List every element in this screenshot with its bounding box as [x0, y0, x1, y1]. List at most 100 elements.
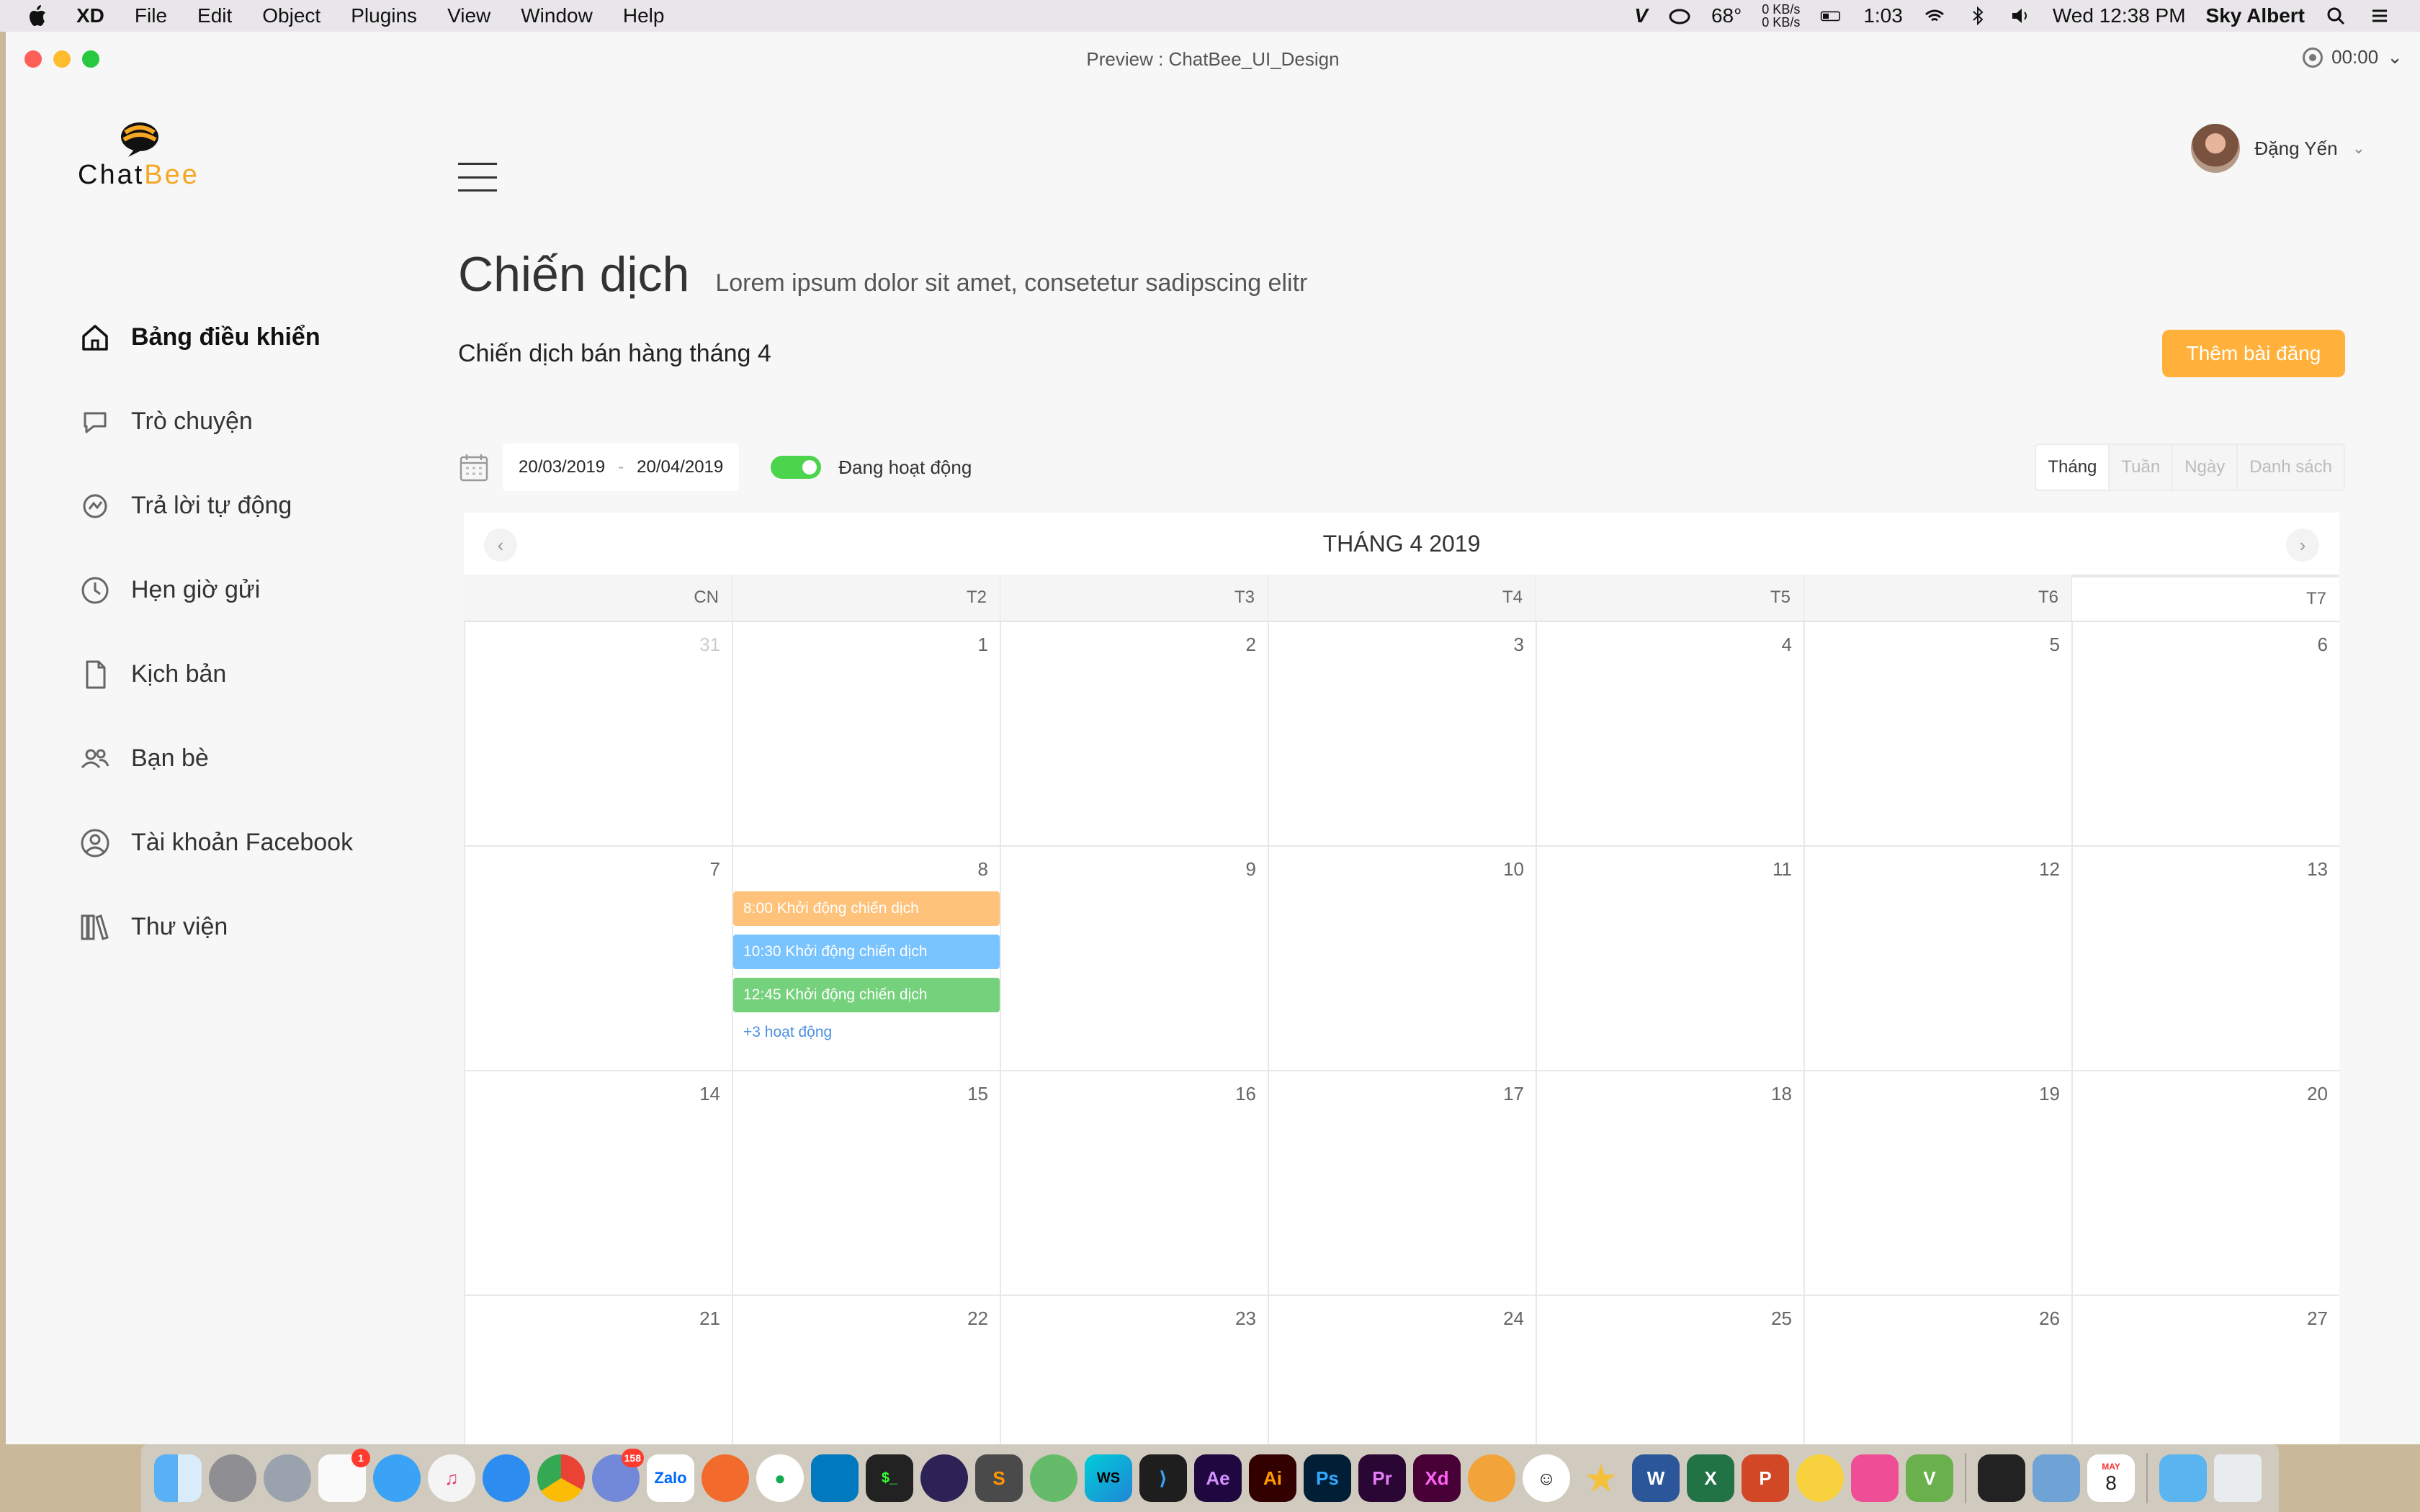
sublime-text-icon[interactable]: S — [975, 1454, 1023, 1502]
next-month-button[interactable]: › — [2286, 528, 2319, 562]
calendar-day-cell[interactable]: 27 — [2071, 1296, 2339, 1444]
tab-week[interactable]: Tuần — [2108, 445, 2172, 490]
date-to[interactable]: 20/04/2019 — [637, 457, 723, 477]
calendar-day-cell[interactable]: 31 — [464, 622, 732, 847]
calendar-day-cell[interactable]: 3 — [1268, 622, 1536, 847]
menu-app-name[interactable]: XD — [76, 4, 104, 27]
calendar-day-cell[interactable]: 4 — [1536, 622, 1803, 847]
calendar-icon[interactable] — [458, 451, 490, 483]
calendar-day-cell[interactable]: 11 — [1536, 847, 1803, 1071]
bluetooth-icon[interactable] — [1966, 6, 1989, 26]
webstorm-icon[interactable]: WS — [1085, 1454, 1132, 1502]
sidebar-item-auto-reply[interactable]: Trả lời tự động — [78, 464, 353, 548]
clock[interactable]: Wed 12:38 PM — [2053, 4, 2186, 27]
temperature-readout[interactable]: 68° — [1711, 4, 1742, 27]
notification-center-icon[interactable] — [2368, 6, 2391, 26]
atom-icon[interactable] — [1030, 1454, 1077, 1502]
menu-edit[interactable]: Edit — [197, 4, 232, 27]
chatbee-logo[interactable]: ChatBee — [78, 118, 222, 190]
calendar-day-cell[interactable]: 8 8:00 Khởi động chiến dịch 10:30 Khởi đ… — [732, 847, 1000, 1071]
photoshop-icon[interactable]: Ps — [1304, 1454, 1351, 1502]
word-icon[interactable]: W — [1632, 1454, 1680, 1502]
preview-timer[interactable]: 00:00 ⌄ — [2303, 46, 2403, 68]
eclipse-icon[interactable] — [920, 1454, 968, 1502]
chrome-icon[interactable] — [537, 1454, 585, 1502]
calendar-day-cell[interactable]: 9 — [1000, 847, 1268, 1071]
spotlight-search-icon[interactable] — [2325, 6, 2348, 26]
system-preferences-icon[interactable] — [209, 1454, 256, 1502]
apple-logo-icon[interactable] — [26, 4, 48, 28]
calendar-day-cell[interactable]: 22 — [732, 1296, 1000, 1444]
messages-icon[interactable] — [373, 1454, 421, 1502]
vscode-icon[interactable]: ⟩ — [1139, 1454, 1187, 1502]
pencil-app-icon[interactable] — [702, 1454, 749, 1502]
sidebar-item-scripts[interactable]: Kịch bản — [78, 632, 353, 716]
user-menu[interactable]: Đặng Yến ⌄ — [2191, 124, 2365, 173]
calendar-day-cell[interactable]: 2 — [1000, 622, 1268, 847]
discord-icon[interactable]: 158 — [592, 1449, 644, 1502]
sidebar-item-friends[interactable]: Bạn bè — [78, 716, 353, 801]
excel-icon[interactable]: X — [1687, 1454, 1734, 1502]
adobe-xd-icon[interactable]: Xd — [1413, 1454, 1461, 1502]
menu-object[interactable]: Object — [262, 4, 321, 27]
menu-plugins[interactable]: Plugins — [351, 4, 417, 27]
sidebar-item-chat[interactable]: Trò chuyện — [78, 379, 353, 464]
calendar-day-cell[interactable]: 15 — [732, 1071, 1000, 1296]
airship-app-icon[interactable] — [1468, 1454, 1515, 1502]
calendar-day-cell[interactable]: 1 — [732, 622, 1000, 847]
date-from[interactable]: 20/03/2019 — [519, 457, 605, 477]
user-name-menubar[interactable]: Sky Albert — [2206, 4, 2305, 27]
itunes-icon[interactable]: ♫ — [428, 1454, 475, 1502]
mongodb-icon[interactable]: ● — [756, 1454, 804, 1502]
volume-icon[interactable] — [2009, 6, 2033, 26]
after-effects-icon[interactable]: Ae — [1194, 1454, 1242, 1502]
calendar-day-cell[interactable]: 21 — [464, 1296, 732, 1444]
calendar-day-cell[interactable]: 14 — [464, 1071, 732, 1296]
minimize-window-button[interactable] — [53, 50, 71, 68]
calendar-day-cell[interactable]: 26 — [1803, 1296, 2071, 1444]
wifi-icon[interactable] — [1923, 6, 1946, 26]
terminal-icon[interactable]: $_ — [866, 1454, 913, 1502]
calendar-event[interactable]: 12:45 Khởi động chiến dịch — [733, 978, 1000, 1012]
sidebar-item-library[interactable]: Thư viện — [78, 885, 353, 969]
sidebar-item-facebook-account[interactable]: Tài khoản Facebook — [78, 801, 353, 885]
pink-app-icon[interactable] — [1851, 1454, 1899, 1502]
menu-help[interactable]: Help — [623, 4, 665, 27]
calendar-day-cell[interactable]: 12 — [1803, 847, 2071, 1071]
zalo-icon[interactable]: Zalo — [647, 1454, 694, 1502]
sidebar-item-schedule[interactable]: Hẹn giờ gửi — [78, 548, 353, 632]
zoom-window-button[interactable] — [82, 50, 99, 68]
tab-day[interactable]: Ngày — [2172, 445, 2236, 490]
vivaldi-status-icon[interactable]: V — [1634, 4, 1648, 27]
close-window-button[interactable] — [24, 50, 42, 68]
trash-icon[interactable] — [2214, 1454, 2262, 1502]
prev-month-button[interactable]: ‹ — [484, 528, 517, 562]
sidebar-item-dashboard[interactable]: Bảng điều khiển — [78, 295, 353, 379]
folder-icon[interactable] — [2159, 1454, 2207, 1502]
duck-app-icon[interactable] — [1796, 1454, 1844, 1502]
calendar-app-icon[interactable]: MAY 8 — [2087, 1454, 2135, 1502]
menu-file[interactable]: File — [135, 4, 167, 27]
vectorize-app-icon[interactable]: V — [1906, 1454, 1953, 1502]
tab-list[interactable]: Danh sách — [2236, 445, 2344, 490]
battery-status-icon[interactable] — [1820, 6, 1843, 26]
star-app-icon[interactable]: ★ — [1577, 1454, 1625, 1502]
active-status-toggle[interactable] — [771, 456, 822, 479]
menu-window[interactable]: Window — [521, 4, 593, 27]
premiere-icon[interactable]: Pr — [1358, 1454, 1406, 1502]
calendar-day-cell[interactable]: 17 — [1268, 1071, 1536, 1296]
calendar-day-cell[interactable]: 25 — [1536, 1296, 1803, 1444]
tab-month[interactable]: Tháng — [2036, 445, 2109, 490]
cloud-sync-status-icon[interactable] — [1668, 6, 1691, 26]
calendar-day-cell[interactable]: 20 — [2071, 1071, 2339, 1296]
launchpad-icon[interactable] — [264, 1454, 311, 1502]
activity-monitor-icon[interactable] — [1978, 1454, 2025, 1502]
reminders-icon[interactable]: 1 — [318, 1449, 370, 1502]
preview-icon[interactable] — [2033, 1454, 2080, 1502]
calendar-day-cell[interactable]: 24 — [1268, 1296, 1536, 1444]
calendar-day-cell[interactable]: 19 — [1803, 1071, 2071, 1296]
calendar-event[interactable]: 8:00 Khởi động chiến dịch — [733, 891, 1000, 926]
finder-icon[interactable] — [154, 1454, 202, 1502]
powerpoint-icon[interactable]: P — [1742, 1454, 1789, 1502]
safari-icon[interactable] — [483, 1454, 530, 1502]
